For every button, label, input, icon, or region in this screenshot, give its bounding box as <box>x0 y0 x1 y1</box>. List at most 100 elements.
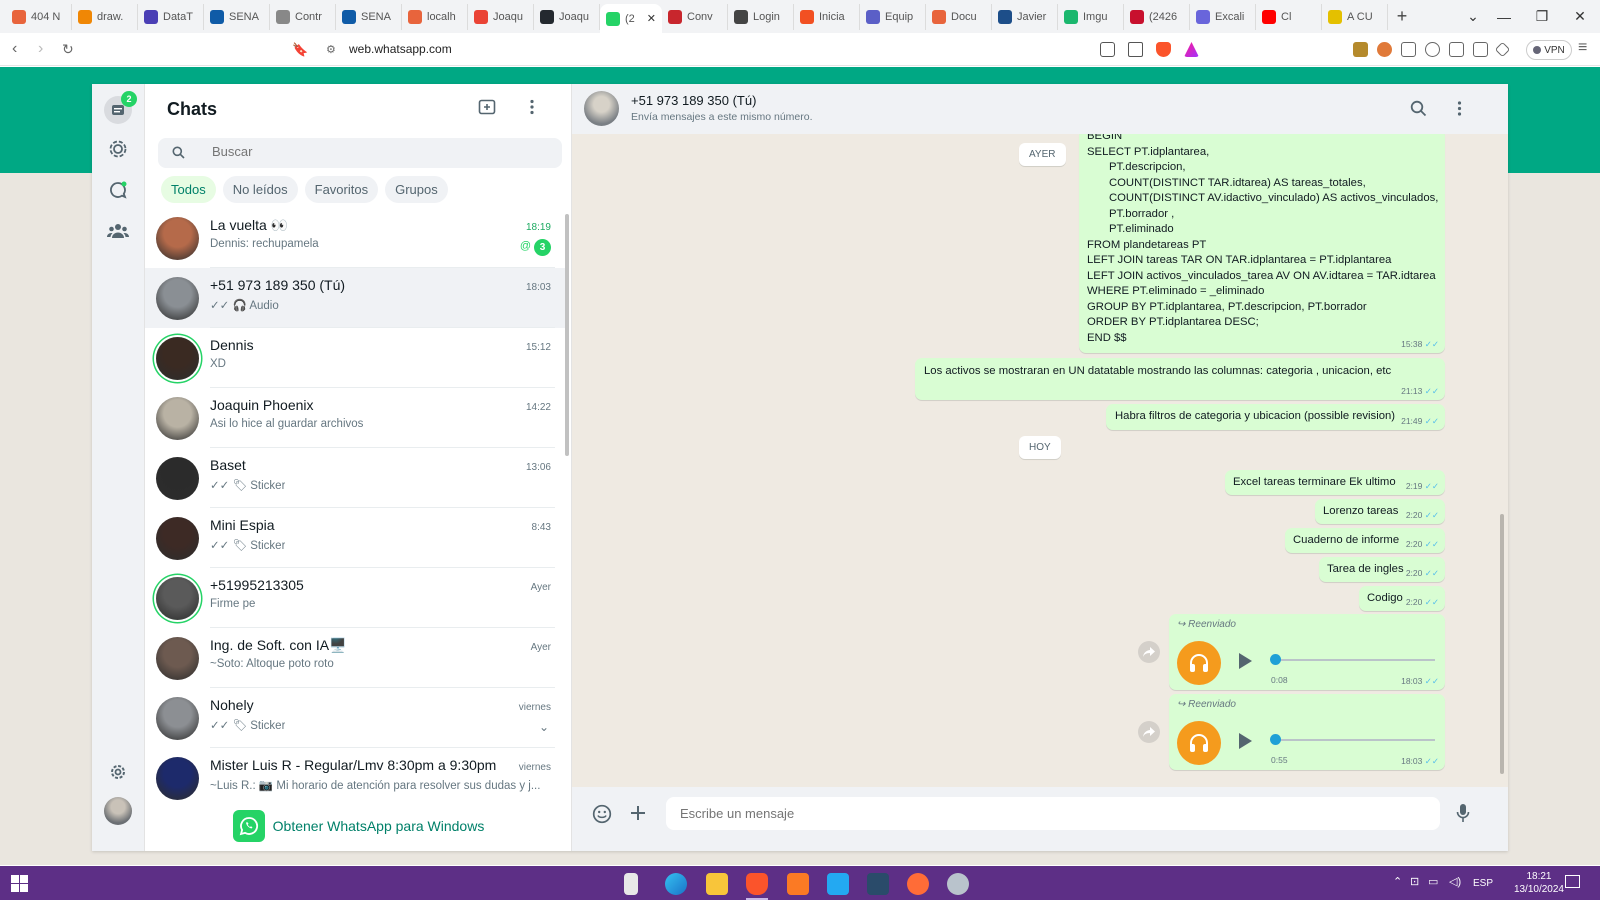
browser-tab[interactable]: draw. <box>72 3 138 30</box>
browser-tab[interactable]: (2426 <box>1124 3 1190 30</box>
audio-scrubber[interactable] <box>1270 654 1281 665</box>
get-whatsapp-banner[interactable]: Obtener WhatsApp para Windows <box>145 801 571 851</box>
contact-avatar[interactable] <box>584 91 619 126</box>
audio-scrubber[interactable] <box>1270 734 1281 745</box>
emoji-icon[interactable] <box>592 804 612 824</box>
browser-tab[interactable]: Excali <box>1190 3 1256 30</box>
message-bubble[interactable]: Habra filtros de categoria y ubicacion (… <box>1106 404 1445 430</box>
settings-icon[interactable] <box>106 760 130 784</box>
microphone-icon[interactable] <box>1456 803 1470 823</box>
task-view-icon[interactable] <box>624 873 638 895</box>
browser-tab[interactable]: 404 N <box>6 3 72 30</box>
message-bubble[interactable]: Excel tareas terminare Ek ultimo 2:19 ✓✓ <box>1225 470 1445 495</box>
minimize-icon[interactable]: — <box>1486 0 1522 33</box>
audio-progress-track[interactable] <box>1273 659 1435 661</box>
chat-row[interactable]: Nohely ✓✓ 🏷 Sticker viernes ⌄ <box>145 688 565 748</box>
tray-chevron-icon[interactable]: ⌃ <box>1393 875 1402 888</box>
chat-row[interactable]: +51 973 189 350 (Tú) ✓✓ 🎧 Audio 18:03 <box>145 268 565 328</box>
leo-ai-icon[interactable] <box>1494 41 1511 58</box>
network-icon[interactable]: ▭ <box>1428 875 1438 888</box>
wallet-icon[interactable] <box>1473 42 1488 57</box>
volume-icon[interactable]: ◁) <box>1449 875 1461 888</box>
url-field[interactable]: web.whatsapp.com <box>349 42 452 56</box>
browser-tab[interactable]: Login <box>728 3 794 30</box>
reload-icon[interactable]: ↻ <box>62 41 74 58</box>
new-tab-icon[interactable]: + <box>1388 6 1416 27</box>
browser-tab[interactable]: Docu <box>926 3 992 30</box>
status-icon[interactable] <box>106 137 130 161</box>
edge-icon[interactable] <box>665 873 687 895</box>
app-icon[interactable] <box>947 873 969 895</box>
browser-tab[interactable]: (2 ✕ <box>600 3 662 34</box>
chat-row[interactable]: Mini Espia ✓✓ 🏷 Sticker 8:43 <box>145 508 565 568</box>
play-icon[interactable] <box>1237 732 1253 750</box>
music-icon[interactable] <box>1425 42 1440 57</box>
channels-icon[interactable] <box>106 178 130 202</box>
browser-tab[interactable]: Javier <box>992 3 1058 30</box>
brave-shields-icon[interactable] <box>1156 42 1171 57</box>
browser-tab[interactable]: localh <box>402 3 468 30</box>
message-input[interactable] <box>666 797 1440 830</box>
chat-row[interactable]: La vuelta 👀 Dennis: rechupamela 18:19 @3 <box>145 208 565 268</box>
extension-icon[interactable] <box>1353 42 1368 57</box>
filter-chip[interactable]: Favoritos <box>304 176 379 203</box>
vscode-icon[interactable] <box>827 873 849 895</box>
back-icon[interactable]: ‹ <box>12 40 17 58</box>
browser-tab[interactable]: DataT <box>138 3 204 30</box>
tray-icon[interactable]: ⊡ <box>1410 875 1419 888</box>
browser-tab[interactable]: SENA <box>204 3 270 30</box>
forward-icon[interactable] <box>1138 641 1160 663</box>
sidebar-icon[interactable] <box>1449 42 1464 57</box>
chat-row[interactable]: Baset ✓✓ 🏷 Sticker 13:06 <box>145 448 565 508</box>
chat-row[interactable]: Dennis XD 15:12 <box>145 328 565 388</box>
forward-icon[interactable] <box>1138 721 1160 743</box>
brave-icon[interactable] <box>746 873 768 895</box>
browser-tab[interactable]: Imgu <box>1058 3 1124 30</box>
search-input[interactable] <box>212 144 512 159</box>
audio-progress-track[interactable] <box>1273 739 1435 741</box>
conversation-header[interactable]: +51 973 189 350 (Tú) Envía mensajes a es… <box>572 84 1508 134</box>
communities-icon[interactable] <box>106 219 130 243</box>
search-messages-icon[interactable] <box>1410 100 1427 117</box>
conversation-scrollbar[interactable] <box>1500 514 1504 774</box>
browser-tab[interactable]: Joaqu <box>468 3 534 30</box>
vpn-button[interactable]: VPN <box>1526 40 1572 60</box>
play-icon[interactable] <box>1237 652 1253 670</box>
browser-tab[interactable]: Contr <box>270 3 336 30</box>
chat-row[interactable]: Mister Luis R - Regular/Lmv 8:30pm a 9:3… <box>145 748 565 808</box>
brave-rewards-icon[interactable] <box>1184 42 1199 57</box>
chat-row[interactable]: Ing. de Soft. con IA🖥️ ~Soto: Altoque pot… <box>145 628 565 688</box>
extension-icon[interactable] <box>1377 42 1392 57</box>
chat-row[interactable]: Joaquin Phoenix Asi lo hice al guardar ar… <box>145 388 565 448</box>
message-bubble[interactable]: Cuaderno de informe 2:20 ✓✓ <box>1285 528 1445 553</box>
attach-plus-icon[interactable] <box>629 804 647 822</box>
filter-chip[interactable]: Grupos <box>385 176 448 203</box>
menu-icon[interactable]: ≡ <box>1578 39 1587 57</box>
chat-row[interactable]: +51995213305 Firme pe Ayer <box>145 568 565 628</box>
notifications-icon[interactable] <box>1565 875 1580 888</box>
close-tab-icon[interactable]: ✕ <box>647 12 656 25</box>
browser-tab[interactable]: Inicia <box>794 3 860 30</box>
audio-message[interactable]: ↪ Reenviado 0:08 18:03 ✓✓ <box>1169 614 1445 690</box>
browser-tab[interactable]: SENA <box>336 3 402 30</box>
browser-tab[interactable]: Equip <box>860 3 926 30</box>
conversation-menu-icon[interactable] <box>1451 100 1468 117</box>
message-bubble[interactable]: Los activos se mostraran en UN datatable… <box>915 358 1445 400</box>
filter-chip[interactable]: No leídos <box>222 176 298 203</box>
message-bubble[interactable]: Tarea de ingles 2:20 ✓✓ <box>1319 557 1445 582</box>
bookmark-icon[interactable]: 🔖 <box>292 42 308 58</box>
xampp-icon[interactable] <box>787 873 809 895</box>
windows-start-icon[interactable] <box>11 875 28 892</box>
postman-icon[interactable] <box>907 873 929 895</box>
forward-icon[interactable]: › <box>38 40 43 58</box>
chats-icon[interactable]: 2 <box>104 91 137 124</box>
chat-list-scrollbar[interactable] <box>565 214 569 456</box>
filter-chip[interactable]: Todos <box>161 176 216 203</box>
message-bubble[interactable]: Lorenzo tareas 2:20 ✓✓ <box>1315 499 1445 524</box>
chevron-down-icon[interactable]: ⌄ <box>539 720 549 734</box>
system-clock[interactable]: 18:21 13/10/2024 <box>1514 870 1564 896</box>
share-icon[interactable] <box>1128 42 1143 57</box>
language-indicator[interactable]: ESP <box>1473 878 1493 889</box>
browser-tab[interactable]: Conv <box>662 3 728 30</box>
chat-menu-icon[interactable] <box>523 98 541 116</box>
